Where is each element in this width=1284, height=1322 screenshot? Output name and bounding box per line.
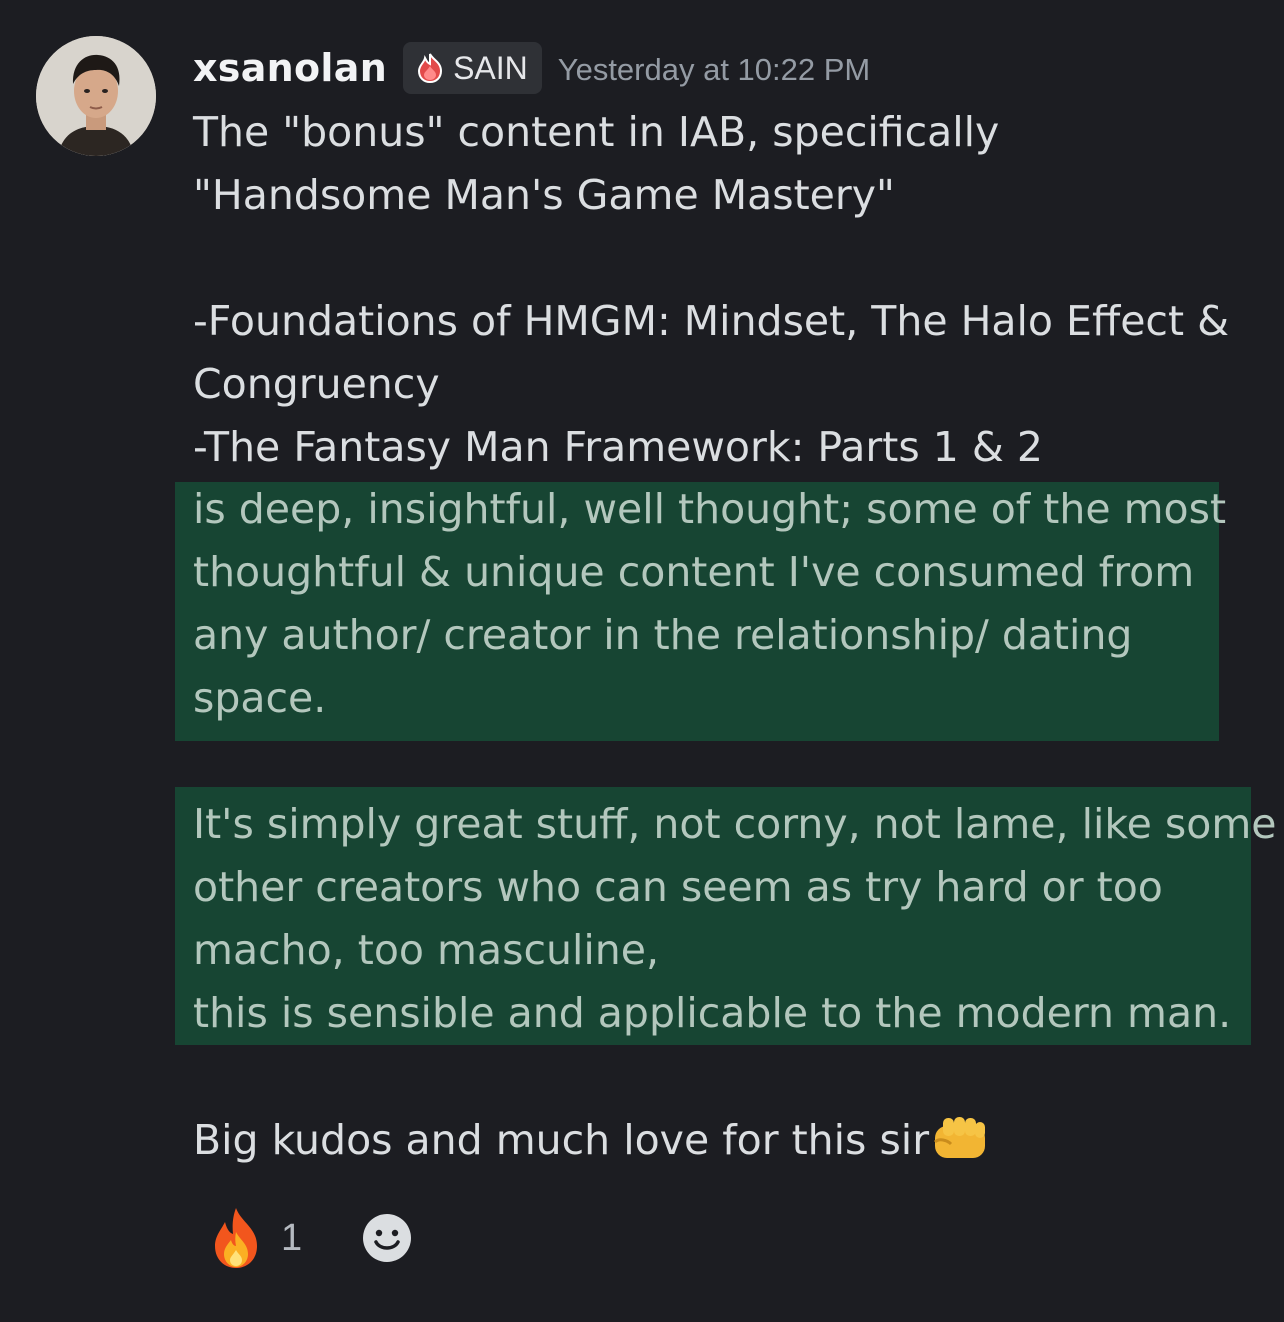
timestamp[interactable]: Yesterday at 10:22 PM (558, 48, 871, 88)
fist-bump-icon (934, 1117, 986, 1158)
message-body: The "bonus" content in IAB, specifically… (193, 101, 1263, 479)
smiley-add-reaction-icon[interactable] (362, 1213, 412, 1263)
message-line: -The Fantasy Man Framework: Parts 1 & 2 (193, 423, 1043, 471)
highlighted-text-block[interactable]: is deep, insightful, well thought; some … (193, 478, 1226, 730)
highlighted-line: space. (193, 674, 327, 722)
message-line: The "bonus" content in IAB, specifically (193, 108, 1000, 156)
reaction-fire[interactable]: 1 (193, 1200, 316, 1276)
server-tag[interactable]: SAIN (403, 42, 542, 94)
message-header: xsanolan SAIN Yesterday at 10:22 PM (193, 40, 870, 96)
highlighted-line: any author/ creator in the relationship/… (193, 611, 1133, 659)
highlighted-line: other creators who can seem as try hard … (193, 863, 1163, 911)
red-flame-badge-icon (418, 53, 443, 84)
highlighted-text-block[interactable]: It's simply great stuff, not corny, not … (193, 793, 1277, 1045)
message-line (193, 227, 1263, 290)
reaction-count: 1 (281, 1216, 303, 1259)
avatar[interactable] (36, 36, 156, 156)
avatar-portrait-icon (36, 36, 156, 156)
reactions-bar: 1 (193, 1200, 412, 1276)
chat-message: xsanolan SAIN Yesterday at 10:22 PM The … (0, 0, 1284, 1322)
username[interactable]: xsanolan (193, 46, 387, 90)
highlighted-line: It's simply great stuff, not corny, not … (193, 800, 1277, 848)
highlighted-line: thoughtful & unique content I've consume… (193, 548, 1195, 596)
server-tag-label: SAIN (453, 49, 528, 86)
fire-icon (215, 1208, 257, 1268)
highlighted-line: is deep, insightful, well thought; some … (193, 485, 1227, 533)
highlighted-line: macho, too masculine, (193, 926, 659, 974)
message-closing: Big kudos and much love for this sir (193, 1109, 1263, 1172)
message-line: "Handsome Man's Game Mastery" (193, 171, 895, 219)
highlighted-line: this is sensible and applicable to the m… (193, 989, 1232, 1037)
message-line: Congruency (193, 360, 440, 408)
message-line: -Foundations of HMGM: Mindset, The Halo … (193, 297, 1230, 345)
closing-text: Big kudos and much love for this sir (193, 1116, 930, 1164)
